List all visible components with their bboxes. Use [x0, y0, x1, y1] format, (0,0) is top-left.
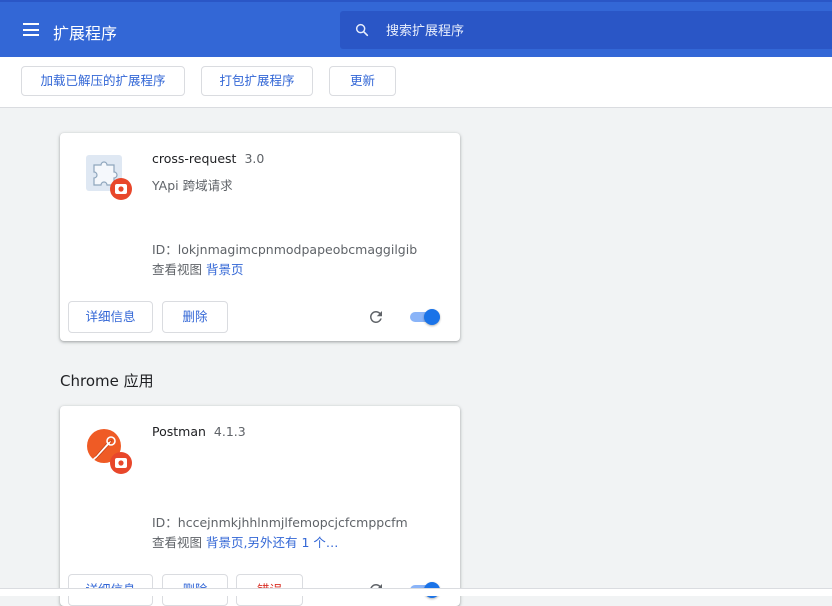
update-button[interactable]: 更新 — [329, 66, 396, 96]
postman-icon — [87, 429, 132, 474]
pack-extension-button[interactable]: 打包扩展程序 — [201, 66, 313, 96]
app-version: 4.1.3 — [213, 424, 246, 439]
inspect-views-label: 查看视图 — [152, 262, 203, 277]
page-title: 扩展程序 — [53, 24, 118, 43]
developer-toolbar: 加载已解压的扩展程序 打包扩展程序 更新 — [0, 57, 832, 108]
extension-name-row: cross-request 3.0 — [152, 151, 264, 166]
search-icon — [355, 23, 369, 37]
app-header: 扩展程序 — [0, 0, 832, 57]
app-inspect-views-label: 查看视图 — [152, 535, 203, 550]
extension-card: cross-request 3.0 YApi 跨域请求 ID：lokjnmagim… — [60, 133, 460, 341]
puzzle-piece-icon — [86, 155, 132, 200]
background-page-link[interactable]: 背景页 — [206, 262, 244, 277]
extension-description: YApi 跨域请求 — [152, 178, 233, 193]
app-name-row: Postman 4.1.3 — [152, 424, 246, 439]
app-inspect-views: 查看视图 背景页,另外还有 1 个… — [152, 532, 338, 551]
search-input[interactable] — [384, 20, 818, 42]
load-unpacked-button[interactable]: 加载已解压的扩展程序 — [21, 66, 185, 96]
extension-id: ID：lokjnmagimcpnmodpapeobcmaggilgib — [152, 242, 418, 257]
inspect-views: 查看视图 背景页 — [152, 259, 244, 278]
app-card: Postman 4.1.3 ID：hccejnmkjhhlnmjlfemopcjc… — [60, 406, 460, 606]
details-button[interactable]: 详细信息 — [68, 301, 153, 333]
hamburger-menu-icon[interactable] — [23, 23, 39, 36]
section-title-chrome-apps: Chrome 应用 — [60, 372, 154, 390]
enable-toggle[interactable] — [408, 309, 442, 325]
reload-icon[interactable] — [367, 308, 385, 326]
app-background-page-link[interactable]: 背景页,另外还有 1 个… — [206, 535, 338, 550]
extension-version: 3.0 — [244, 151, 265, 166]
remove-button[interactable]: 删除 — [162, 301, 228, 333]
toggle-knob — [424, 309, 440, 325]
app-id: ID：hccejnmkjhhlnmjlfemopcjcfcmppcfm — [152, 515, 408, 530]
app-name: Postman — [152, 424, 206, 439]
search-box[interactable] — [340, 11, 832, 49]
extension-name: cross-request — [152, 151, 237, 166]
